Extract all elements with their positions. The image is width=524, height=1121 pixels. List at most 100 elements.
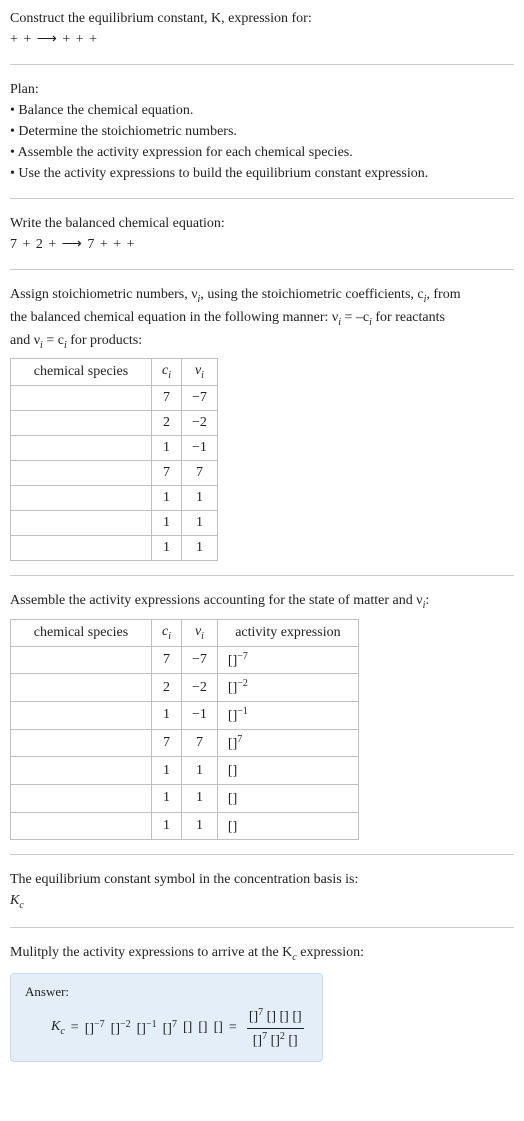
col-activity: activity expression: [217, 619, 358, 646]
text: []: [228, 736, 237, 751]
numerator: []7 [] [] []: [247, 1006, 304, 1027]
cell-vi: 1: [182, 486, 218, 511]
text: []: [249, 1010, 258, 1025]
exp: −7: [237, 651, 248, 662]
activity-desc: Assemble the activity expressions accoun…: [10, 590, 514, 613]
cell-vi: −2: [182, 411, 218, 436]
divider: [10, 854, 514, 855]
exp: 7: [237, 734, 242, 745]
cell-vi: −7: [182, 646, 218, 674]
intro-text-1: Construct the equilibrium constant, K, e…: [10, 11, 312, 26]
cell-vi: 1: [182, 511, 218, 536]
text: []: [279, 1010, 288, 1025]
plan-item-4: • Use the activity expressions to build …: [10, 163, 514, 184]
text: for products:: [67, 333, 142, 348]
cell-species: [11, 812, 152, 840]
cell-ci: 1: [152, 812, 182, 840]
kc-lhs: Kc: [51, 1019, 65, 1037]
cell-species: [11, 757, 152, 785]
cell-vi: −7: [182, 386, 218, 411]
text: Assign stoichiometric numbers, ν: [10, 287, 198, 302]
exp: −2: [237, 678, 248, 689]
table-row: 77[]7: [11, 729, 359, 757]
term: []: [198, 1020, 207, 1036]
plan-item-1: • Balance the chemical equation.: [10, 100, 514, 121]
exp: 7: [172, 1019, 177, 1030]
cell-vi: 1: [182, 536, 218, 561]
cell-activity: []: [217, 812, 358, 840]
cell-activity: []: [217, 757, 358, 785]
exp: −2: [120, 1019, 131, 1030]
table-header-row: chemical species ci νi: [11, 359, 218, 386]
divider: [10, 927, 514, 928]
text: the balanced chemical equation in the fo…: [10, 310, 338, 325]
answer-label: Answer:: [25, 984, 308, 1000]
cell-ci: 1: [152, 785, 182, 813]
col-vi: νi: [182, 619, 218, 646]
cell-vi: 7: [182, 461, 218, 486]
text: K: [10, 893, 19, 908]
col-species: chemical species: [11, 619, 152, 646]
exp: −7: [94, 1019, 105, 1030]
denominator: []7 []2 []: [251, 1030, 300, 1051]
cell-species: [11, 511, 152, 536]
exp: 7: [262, 1031, 267, 1042]
cell-species: [11, 436, 152, 461]
table-row: 11: [11, 486, 218, 511]
cell-ci: 1: [152, 511, 182, 536]
text: expression:: [297, 945, 364, 960]
sub-i: i: [201, 631, 204, 642]
text: Assemble the activity expressions accoun…: [10, 593, 423, 608]
kc-desc: The equilibrium constant symbol in the c…: [10, 869, 514, 890]
cell-ci: 2: [152, 674, 182, 702]
fraction: []7 [] [] [] []7 []2 []: [247, 1006, 304, 1051]
divider: [10, 575, 514, 576]
intro-line-1: Construct the equilibrium constant, K, e…: [10, 8, 514, 29]
text: = c: [43, 333, 64, 348]
text: = –c: [341, 310, 369, 325]
fraction-bar: [247, 1028, 304, 1029]
final-desc: Mulitply the activity expressions to arr…: [10, 942, 514, 965]
cell-ci: 1: [152, 536, 182, 561]
cell-ci: 1: [152, 757, 182, 785]
table-row: 11 []: [11, 812, 359, 840]
term: []: [214, 1020, 223, 1036]
col-ci: ci: [152, 619, 182, 646]
term: []7: [163, 1019, 177, 1038]
cell-species: [11, 674, 152, 702]
cell-ci: 1: [152, 436, 182, 461]
cell-activity: []−2: [217, 674, 358, 702]
equals: =: [229, 1020, 237, 1036]
cell-species: [11, 646, 152, 674]
text: []: [253, 1033, 262, 1048]
table-row: 2−2: [11, 411, 218, 436]
text: []: [137, 1022, 146, 1037]
text: []: [228, 681, 237, 696]
equals: =: [71, 1020, 79, 1036]
term: []−7: [85, 1019, 105, 1038]
cell-ci: 7: [152, 729, 182, 757]
text: []: [228, 764, 237, 779]
sub-c: c: [19, 900, 23, 911]
plan-item-3: • Assemble the activity expression for e…: [10, 142, 514, 163]
cell-species: [11, 785, 152, 813]
text: []: [267, 1010, 276, 1025]
table-row: 11[]: [11, 785, 359, 813]
text: :: [425, 593, 429, 608]
stoich-table: chemical species ci νi 7−7 2−2 1−1 77 11…: [10, 358, 218, 561]
cell-vi: 1: [182, 785, 218, 813]
answer-box: Answer: Kc = []−7 []−2 []−1 []7 [] [] []…: [10, 973, 323, 1062]
cell-vi: 1: [182, 812, 218, 840]
text: for reactants: [372, 310, 445, 325]
cell-vi: −1: [182, 702, 218, 730]
cell-activity: []−7: [217, 646, 358, 674]
col-species: chemical species: [11, 359, 152, 386]
text: []: [271, 1033, 280, 1048]
text: []: [111, 1022, 120, 1037]
text: , from: [426, 287, 460, 302]
cell-ci: 7: [152, 386, 182, 411]
cell-vi: 7: [182, 729, 218, 757]
cell-ci: 1: [152, 486, 182, 511]
exp: 2: [280, 1031, 285, 1042]
text: []: [228, 819, 237, 834]
